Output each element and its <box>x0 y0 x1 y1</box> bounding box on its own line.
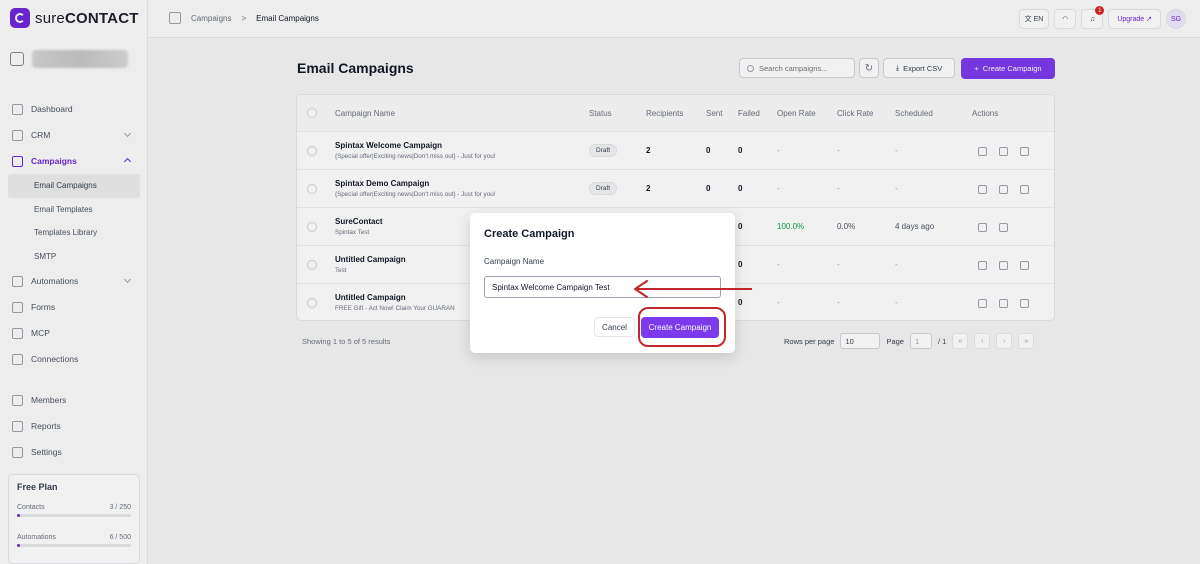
cancel-button[interactable]: Cancel <box>594 317 635 337</box>
campaign-name-label: Campaign Name <box>484 257 545 266</box>
dialog-title: Create Campaign <box>484 228 575 240</box>
arrow-annotation <box>634 280 752 298</box>
highlight-ring-annotation <box>638 307 726 347</box>
